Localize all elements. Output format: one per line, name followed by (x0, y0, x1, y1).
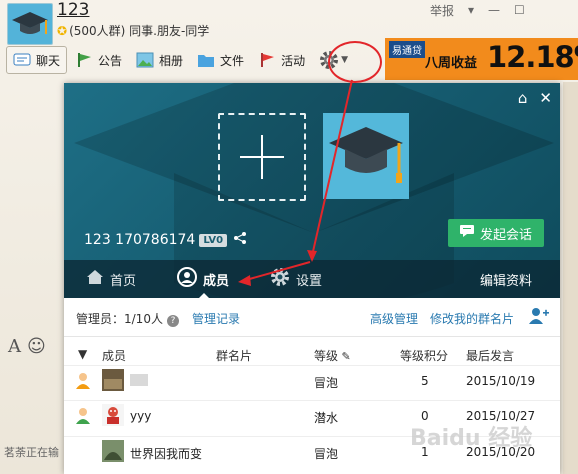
header-level-label: 等级 (314, 349, 339, 363)
maximize-icon[interactable]: ☐ (514, 3, 525, 17)
header-member[interactable]: 成员 (102, 347, 126, 364)
group-name[interactable]: 123 (57, 0, 89, 20)
edit-group-card-link[interactable]: 修改我的群名片 (430, 310, 514, 327)
group-avatar-large[interactable] (323, 113, 409, 199)
start-chat-label: 发起会话 (479, 227, 532, 243)
toolbar-file-button[interactable]: 文件 (191, 47, 250, 73)
message-icon (459, 225, 474, 241)
ad-rate: 12.18% (487, 40, 578, 74)
watermark: Baidu 经验 (410, 426, 533, 451)
tab-settings-label: 设置 (296, 273, 323, 289)
add-member-icon[interactable] (528, 306, 550, 329)
member-person-icon (76, 407, 90, 425)
member-level: 潜水 (314, 411, 339, 425)
emoji-icon[interactable]: ☺ (27, 336, 46, 357)
toolbar-chat-button[interactable]: 聊天 (6, 46, 68, 74)
chat-toolbar: 聊天 公告 相册 文件 活动 ▼ (6, 46, 356, 74)
popup-header: ⌂ ✕ 123 170786174 LV0 发起会话 首页 成员 设置 编辑资料 (64, 83, 560, 298)
minimize-icon[interactable]: — (488, 3, 500, 17)
flag-icon (75, 52, 93, 68)
group-subtitle: ✪ (500人群) 同事.朋友-同学 (57, 22, 209, 39)
ad-banner[interactable]: 易通贷 八周收益 12.18% (385, 38, 578, 80)
member-level: 冒泡 (314, 376, 339, 390)
toolbar-notice-button[interactable]: 公告 (69, 47, 128, 73)
group-id-text: 123 170786174 (84, 232, 196, 248)
toolbar-notice-label: 公告 (98, 53, 123, 68)
member-icon (177, 267, 197, 291)
member-level: 冒泡 (314, 447, 339, 461)
typing-status: 茗荼正在输 (4, 446, 59, 459)
admin-bar: 管理员：1/10人? 管理记录 高级管理 修改我的群名片 (64, 298, 560, 337)
home-icon (86, 269, 104, 289)
member-table-header: ▼ 成员 群名片 等级 ✎ 等级积分 最后发言 (64, 340, 560, 368)
member-points: 5 (421, 374, 429, 388)
share-icon[interactable] (233, 231, 247, 249)
member-name: yyy (130, 409, 152, 423)
header-card[interactable]: 群名片 (216, 347, 252, 364)
admin-person-icon (76, 372, 90, 390)
start-chat-button[interactable]: 发起会话 (448, 219, 544, 247)
header-level[interactable]: 等级 ✎ (314, 347, 351, 364)
toolbar-activity-label: 活动 (281, 53, 306, 68)
level-badge: LV0 (199, 233, 228, 247)
ad-logo: 易通贷 (389, 41, 425, 58)
window-controls: 举报 ▾ — ☐ (430, 0, 525, 20)
annotation-circle (328, 41, 382, 83)
report-link[interactable]: 举报 (430, 2, 454, 19)
edit-profile-link[interactable]: 编辑资料 (480, 260, 532, 298)
flag-red-icon (258, 52, 276, 68)
member-avatar[interactable] (102, 440, 124, 462)
edit-icon[interactable]: ✎ (338, 350, 351, 363)
popup-window-controls: ⌂ ✕ (518, 89, 552, 107)
member-name (130, 374, 148, 389)
photo-icon (136, 52, 154, 68)
folder-icon (197, 52, 215, 68)
header-points[interactable]: 等级积分 (400, 347, 448, 364)
member-last-speak: 2015/10/19 (466, 374, 536, 388)
tab-settings[interactable]: 设置 (270, 260, 322, 298)
member-name: 世界因我而变 (130, 447, 203, 461)
tab-members-label: 成员 (203, 273, 230, 289)
admin-log-link[interactable]: 管理记录 (192, 310, 240, 327)
sort-toggle-icon[interactable]: ▼ (78, 347, 87, 361)
close-icon[interactable]: ✕ (539, 89, 552, 107)
toolbar-album-label: 相册 (159, 53, 184, 68)
side-strip (563, 82, 578, 474)
toolbar-chat-label: 聊天 (36, 53, 61, 68)
settings-gear-icon (270, 267, 290, 291)
toolbar-file-label: 文件 (220, 53, 245, 68)
group-avatar[interactable] (7, 3, 53, 45)
group-info-popup: ⌂ ✕ 123 170786174 LV0 发起会话 首页 成员 设置 编辑资料… (64, 83, 560, 474)
admin-count-text: 管理员：1/10人 (76, 312, 163, 326)
blurred-name (130, 374, 148, 386)
ad-text: 八周收益 (425, 56, 478, 71)
input-toolbar: A ☺ (0, 332, 74, 360)
admin-count: 管理员：1/10人? (76, 310, 179, 327)
group-id-line: 123 170786174 LV0 (84, 231, 247, 249)
pin-icon[interactable]: ⌂ (518, 89, 528, 107)
tab-home[interactable]: 首页 (86, 260, 136, 298)
tab-home-label: 首页 (110, 273, 137, 289)
help-icon[interactable]: ? (166, 315, 179, 327)
toolbar-activity-button[interactable]: 活动 (252, 47, 311, 73)
header-last-speak[interactable]: 最后发言 (466, 347, 514, 364)
advanced-manage-link[interactable]: 高级管理 (370, 310, 418, 327)
star-icon: ✪ (57, 24, 68, 38)
add-avatar-button[interactable] (218, 113, 306, 201)
plus-icon-vertical (261, 135, 263, 179)
table-row[interactable]: 冒泡 5 2015/10/19 (64, 365, 560, 397)
group-subtitle-text: (500人群) 同事.朋友-同学 (69, 24, 210, 38)
member-avatar[interactable] (102, 369, 124, 391)
member-avatar[interactable] (102, 404, 124, 426)
dropdown-icon[interactable]: ▾ (468, 3, 474, 17)
font-icon[interactable]: A (8, 336, 21, 357)
toolbar-album-button[interactable]: 相册 (130, 47, 189, 73)
chat-icon (13, 52, 31, 68)
